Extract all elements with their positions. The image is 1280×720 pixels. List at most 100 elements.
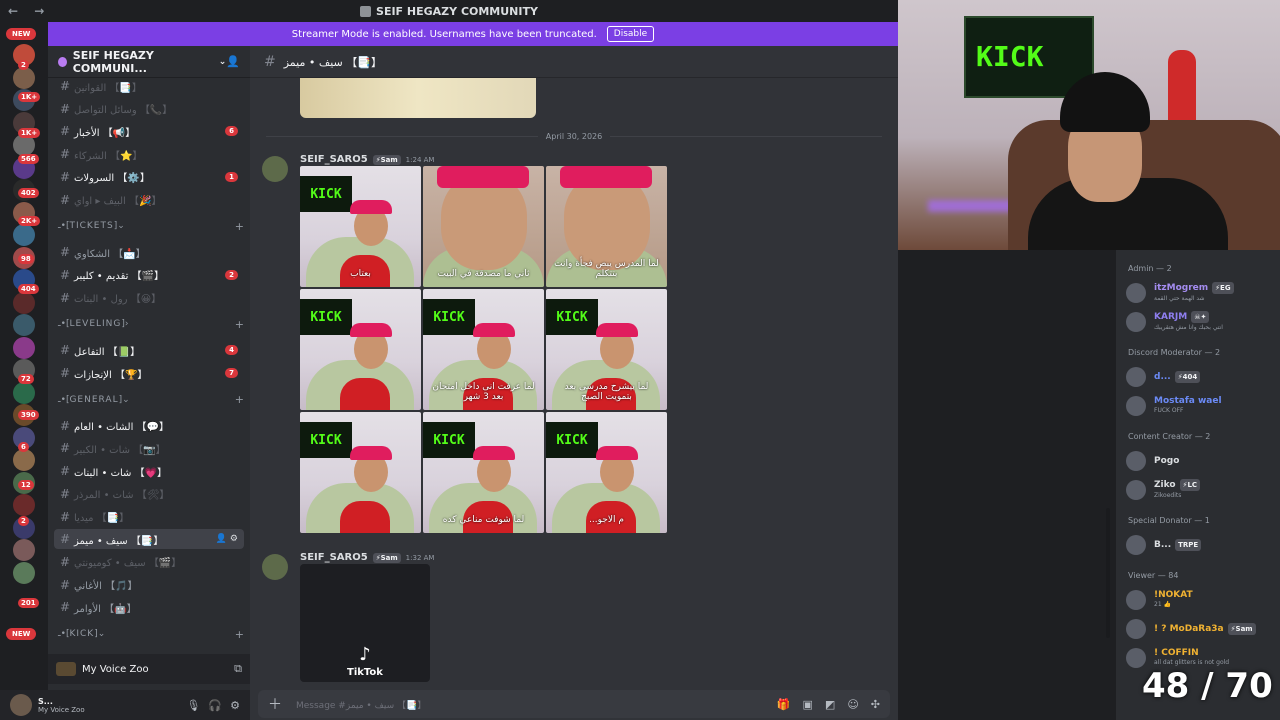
add-channel-icon[interactable]: + [235,220,244,233]
member-item[interactable]: Ziko ⚡LC Zikoedits [1126,477,1280,503]
gallery-image[interactable]: KICK بعتاب [300,166,421,287]
gif-icon[interactable]: ▣ [803,698,813,711]
channel-item[interactable]: # البيف ▸ اواي 【🎉】 [54,190,244,210]
add-channel-icon[interactable]: + [235,628,244,641]
channel-item[interactable]: # رول • البنات 【😀】 [54,288,244,308]
emoji-icon[interactable]: ☺ [847,698,858,711]
server-icon[interactable] [13,291,35,314]
channel-item[interactable]: # وسائل التواصل 【📞】 [54,99,244,119]
disable-streamer-button[interactable]: Disable [606,26,655,42]
server-icon[interactable] [13,449,35,471]
channel-item[interactable]: # الأغاني 【🎵】 [54,575,244,595]
gallery-image[interactable]: لما المدرس يبص فجأة وانت بتتكلم [546,166,667,287]
new-pill-top[interactable]: NEW [6,28,37,40]
member-group-title: Content Creator — 2 [1128,432,1211,441]
cap [350,446,392,460]
microphone-icon[interactable]: 🎙 [186,699,200,712]
apps-icon[interactable]: ✣ [871,698,880,711]
channel-item[interactable]: # الإنجازات 【🏆】 7 [54,363,244,383]
member-item[interactable]: KARJM ☠✦ انتي بحبك وانا مش هتقريبك [1126,309,1280,335]
gallery-image[interactable]: ثاني ما مصدقة في البيت [423,166,544,287]
member-item[interactable]: ! ? MoDaRa3a ⚡Sam [1126,616,1280,642]
avatar[interactable] [262,156,288,182]
member-item[interactable]: Mostafa wael FUCK OFF [1126,393,1280,419]
channel-item[interactable]: # الشركاء 【⭐】 [54,144,244,164]
add-channel-icon[interactable]: + [235,318,244,331]
message-author[interactable]: SEIF_SARO5 [300,552,368,563]
add-attachment-icon[interactable]: ＋ [268,694,282,714]
gear-icon[interactable]: ⚙ [230,699,240,712]
channel-category[interactable]: ـ•[KICK]⌄ + [58,626,244,642]
server-icon[interactable] [13,314,35,336]
channel-item[interactable]: # شات • الكبير 【📷】 [54,438,244,458]
message-composer[interactable]: ＋ Message #سيف • ميمز 【📑】 🎁 ▣ ◩ ☺ ✣ [258,690,890,718]
gift-icon[interactable]: 🎁 [777,698,791,711]
server-icon[interactable] [13,561,35,584]
member-name: Pogo [1154,456,1180,466]
add-channel-icon[interactable]: + [235,393,244,406]
server-icon[interactable] [13,336,35,359]
member-item[interactable]: B... TRPE [1126,532,1280,558]
image-caption: بعتاب [350,269,371,279]
channel-name: سيف • كوميونتي 【🎬】 [74,558,182,570]
avatar [1126,480,1146,500]
back-forward-arrows-icon[interactable]: ← → [8,4,50,18]
avatar[interactable] [10,694,32,716]
face [564,174,650,270]
channel-name: شات • البنات 【💗】 [74,467,168,479]
cap [473,446,515,460]
gallery-image[interactable]: KICK م الاجو... [546,412,667,533]
sticker-icon[interactable]: ◩ [825,698,835,711]
avatar [1126,367,1146,387]
member-item[interactable]: !NOKAT 21 👍 [1126,587,1280,613]
tiktok-embed[interactable]: ♪ TikTok [300,564,430,682]
server-icon[interactable] [13,494,35,516]
avatar [1126,535,1146,555]
gallery-image[interactable]: KICK [300,412,421,533]
gallery-image[interactable]: KICK لما عرفت انى داخل امتحان بعد 3 شهر [423,289,544,410]
channel-item[interactable]: # شات • المرذر 【🛠】 [54,484,244,504]
channel-settings-icon[interactable]: 👤 ⚙ [216,534,238,544]
tiktok-label: TikTok [347,667,383,678]
headphones-icon[interactable]: 🎧 [208,699,222,712]
channel-item[interactable]: # سيف • ميمز 【📑】 👤 ⚙ [54,529,244,550]
server-icon[interactable] [13,539,35,561]
member-item[interactable]: itzMogrem ⚡EG شد الهمة حتي القمة [1126,280,1280,306]
channel-item[interactable]: # شات • البنات 【💗】 [54,461,244,481]
server-mention-badge: 2 [18,516,29,526]
channel-category[interactable]: ـ•[LEVELING]› + [58,316,244,332]
channel-category[interactable]: ـ•[GENERAL]⌄ + [58,392,244,408]
server-header[interactable]: SEIF HEGAZY COMMUNI... ⌄ 👤 [48,46,250,78]
channel-item[interactable]: # الشكاوي 【📩】 [54,242,244,262]
member-group-title: Special Donator — 1 [1128,516,1210,525]
gallery-image[interactable]: KICK [300,289,421,410]
server-icon[interactable] [13,381,35,404]
channel-category[interactable]: ـ•[TICKETS]⌄ + [58,218,244,234]
member-item[interactable]: d... ⚡404 [1126,364,1280,390]
channel-item[interactable]: # الأوامر 【🤖】 [54,597,244,617]
voice-status-panel[interactable]: My Voice Zoo ⧉ [48,654,250,684]
channel-item[interactable]: # الشات • العام 【💬】 [54,416,244,436]
new-pill-bottom[interactable]: NEW [6,628,37,640]
gallery-image[interactable]: KICK لما شوفت مناعي كده [423,412,544,533]
previous-image-attachment[interactable] [300,78,536,118]
hash-icon: # [60,343,71,358]
channel-item[interactable]: # تقديم • كليبر 【🎬】 2 [54,265,244,285]
channel-item[interactable]: # سيف • كوميونتي 【🎬】 [54,552,244,572]
screen-share-icon[interactable]: ⧉ [234,662,242,676]
scrollbar[interactable] [1106,508,1110,638]
gallery-image[interactable]: KICK لما بيشرح مدرسى بعد بتمويت الصبح [546,289,667,410]
invite-people-icon[interactable]: 👤 [226,55,240,68]
channel-item[interactable]: # ميديا 【📑】 [54,507,244,527]
channel-item[interactable]: # القوانين 【📑】 [54,76,244,96]
server-icon[interactable] [13,224,35,246]
message-author[interactable]: SEIF_SARO5 [300,154,368,165]
avatar[interactable] [262,554,288,580]
channel-item[interactable]: # السرولات 【⚙️】 1 [54,167,244,187]
member-item[interactable]: Pogo [1126,448,1280,474]
channel-item[interactable]: # الأخبار 【📢】 6 [54,121,244,141]
hash-icon: # [60,577,71,592]
member-tag: TRPE [1175,539,1202,551]
channel-item[interactable]: # التفاعل 【📗】 4 [54,340,244,360]
hash-icon: # [60,147,71,162]
